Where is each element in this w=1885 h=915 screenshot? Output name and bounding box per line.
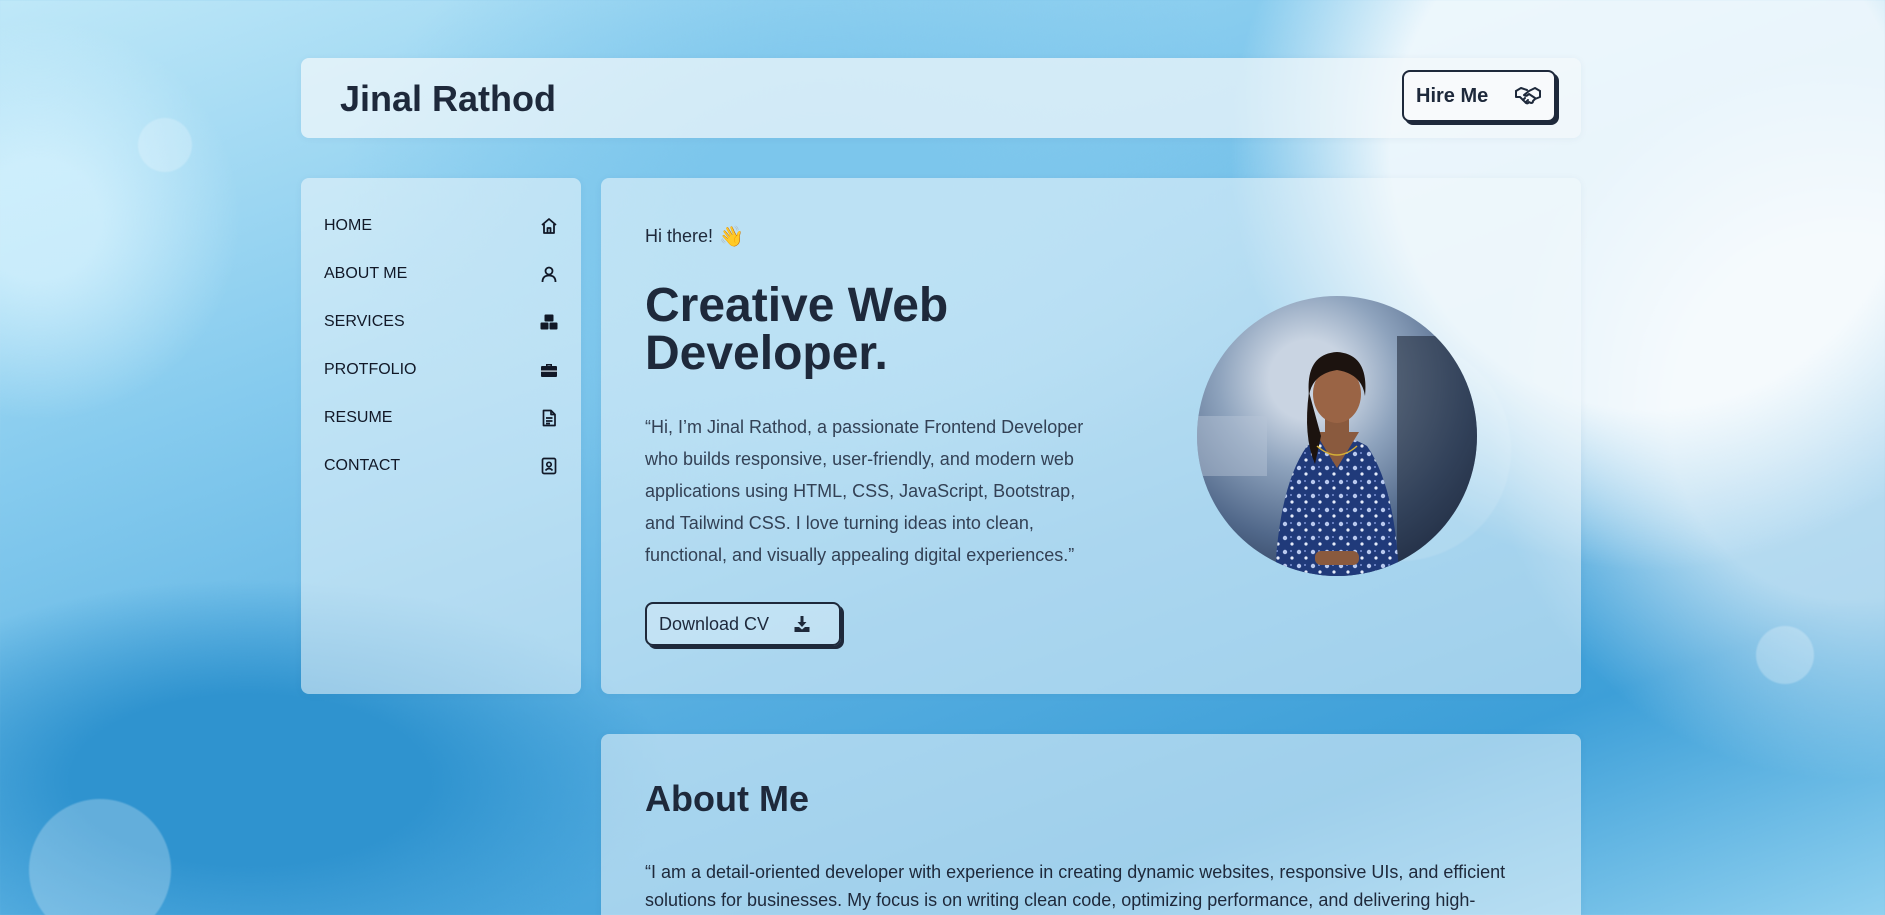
hero-description: “Hi, I’m Jinal Rathod, a passionate Fron… [645, 417, 1084, 565]
profile-photo [1197, 296, 1477, 576]
greeting: Hi there! 👋 [645, 224, 744, 249]
boxes-icon [540, 314, 558, 330]
document-icon [542, 409, 556, 427]
user-icon [541, 266, 557, 283]
sidebar-item-label: HOME [324, 217, 372, 234]
sidebar-item-resume[interactable]: RESUME [324, 403, 558, 433]
sidebar-item-home[interactable]: HOME [324, 211, 558, 241]
waving-hand-icon: 👋 [719, 226, 744, 248]
sidebar-item-label: CONTACT [324, 457, 401, 474]
brand-name[interactable]: Jinal Rathod [340, 78, 556, 120]
about-text: “I am a detail-oriented developer with e… [645, 862, 1506, 910]
about-section: About Me “I am a detail-oriented develop… [601, 734, 1581, 915]
briefcase-icon [541, 364, 557, 377]
hero-section: Hi there! 👋 Creative Web Developer. “Hi,… [601, 178, 1581, 694]
sidebar-item-contact[interactable]: CONTACT [324, 451, 558, 481]
sidebar-item-label: ABOUT ME [324, 265, 408, 282]
greeting-text: Hi there! [645, 226, 714, 246]
handshake-icon [1515, 87, 1541, 105]
contact-card-icon [541, 457, 557, 475]
sidebar-item-label: PROTFOLIO [324, 361, 417, 378]
sidebar-item-services[interactable]: SERVICES [324, 307, 558, 337]
home-icon [541, 218, 557, 234]
top-header: Jinal Rathod Hire Me [301, 58, 1581, 138]
sidebar-item-label: RESUME [324, 409, 393, 426]
hero-title: Creative Web Developer. [645, 279, 949, 380]
hire-me-button[interactable]: Hire Me [1402, 70, 1556, 122]
download-cv-label: Download CV [659, 613, 770, 634]
sidebar-item-about[interactable]: ABOUT ME [324, 259, 558, 289]
download-icon [794, 616, 810, 632]
about-title: About Me [645, 778, 809, 819]
hire-me-label: Hire Me [1416, 84, 1489, 107]
download-cv-button[interactable]: Download CV [645, 602, 841, 646]
sidebar-item-portfolio[interactable]: PROTFOLIO [324, 355, 558, 385]
sidebar-item-label: SERVICES [324, 313, 405, 330]
sidebar-nav: HOME ABOUT ME SERVICES PROTFOLIO RESUME … [301, 178, 581, 694]
